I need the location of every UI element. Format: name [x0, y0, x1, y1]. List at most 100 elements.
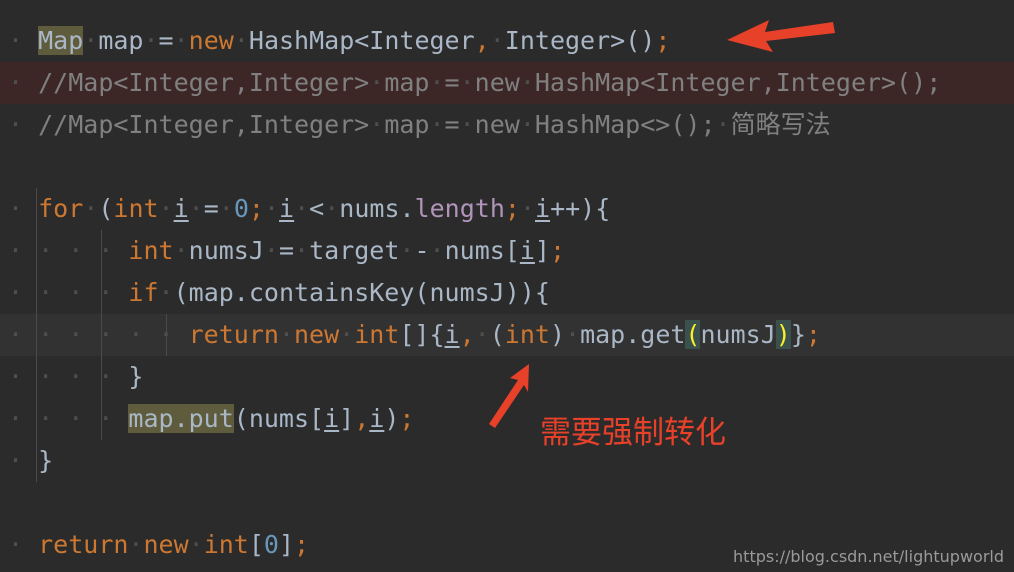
- token-keyword-return: return: [188, 320, 279, 349]
- code-line-11[interactable]: · }: [8, 440, 53, 482]
- token-assign: =: [158, 26, 174, 55]
- space-dot: ·: [83, 26, 99, 55]
- space-dot: ·: [278, 320, 294, 349]
- code-line-14[interactable]: · return·new·int[0];: [8, 524, 309, 566]
- token-keyword-new: new: [143, 530, 189, 559]
- code-line-10[interactable]: · · · · map.put(nums[i],i);: [8, 398, 414, 440]
- space-dot: ·: [489, 26, 505, 55]
- code-line-8[interactable]: · · · · · · return·new·int[]{i,·(int)·ma…: [8, 314, 821, 356]
- token-comment-3: //Map<Integer,Integer>: [38, 110, 370, 139]
- code-line-7[interactable]: · · · · if·(map.containsKey(numsJ)){: [8, 272, 550, 314]
- space-dot: ·: [459, 110, 475, 139]
- whitespace-dots: · · · ·: [8, 278, 129, 307]
- space-dot: ·: [218, 194, 234, 223]
- token-comma: ,: [354, 404, 370, 433]
- token-comma: ,: [459, 320, 475, 349]
- token-comment-3e: HashMap<>();: [534, 110, 716, 139]
- space-dot: ·: [519, 110, 535, 139]
- space-dot: ·: [128, 530, 144, 559]
- code-line-2[interactable]: · //Map<Integer,Integer>·map·=·new·HashM…: [8, 62, 941, 104]
- space-dot: ·: [429, 236, 445, 265]
- token-keyword-return: return: [38, 530, 129, 559]
- whitespace-dots: · · · · · ·: [8, 320, 189, 349]
- whitespace-dots: · · · ·: [8, 362, 129, 391]
- token-bracket-open: [: [248, 530, 264, 559]
- space-dot: ·: [143, 26, 159, 55]
- token-comment-2c: =: [444, 68, 460, 97]
- token-keyword-int: int: [128, 236, 174, 265]
- code-line-9[interactable]: · · · · }: [8, 356, 143, 398]
- space-dot: ·: [83, 194, 99, 223]
- token-brace-close: }: [38, 446, 54, 475]
- space-dot: ·: [715, 110, 731, 139]
- token-comment-2: //Map<Integer,Integer>: [38, 68, 370, 97]
- token-keyword-int: int: [354, 320, 400, 349]
- whitespace-dots: ·: [8, 194, 39, 223]
- token-assign: =: [278, 236, 295, 265]
- code-line-6[interactable]: · · · · int·numsJ·=·target·-·nums[i];: [8, 230, 565, 272]
- space-dot: ·: [173, 236, 189, 265]
- code-line-3[interactable]: · //Map<Integer,Integer>·map·=·new·HashM…: [8, 104, 831, 146]
- token-comment-2b: map: [384, 68, 430, 97]
- space-dot: ·: [294, 236, 310, 265]
- token-param-target: target: [309, 236, 400, 265]
- space-dot: ·: [294, 194, 310, 223]
- space-dot: ·: [158, 194, 174, 223]
- token-comment-2d: new: [474, 68, 520, 97]
- token-array-nums: nums[: [444, 236, 520, 265]
- token-paren-open: (nums[: [233, 404, 325, 433]
- token-comment-3b: map: [384, 110, 430, 139]
- whitespace-dots: ·: [8, 26, 39, 55]
- token-cast-paren-open: (: [489, 320, 505, 349]
- token-keyword-for: for: [38, 194, 84, 223]
- token-number-zero: 0: [263, 530, 279, 559]
- token-assign: =: [203, 194, 219, 223]
- space-dot: ·: [519, 194, 535, 223]
- token-comma: ,: [474, 26, 490, 55]
- token-keyword-new: new: [188, 26, 234, 55]
- space-dot: ·: [263, 194, 280, 223]
- token-call-containskey: (map.containsKey(numsJ)){: [173, 278, 550, 307]
- space-dot: ·: [188, 194, 204, 223]
- token-call-mapget: map.get: [580, 320, 686, 349]
- watermark-url: https://blog.csdn.net/lightupworld: [733, 547, 1004, 566]
- space-dot: ·: [158, 278, 174, 307]
- red-arrow-bottom-icon: [489, 364, 529, 428]
- token-keyword-if: if: [128, 278, 159, 307]
- space-dot: ·: [233, 26, 249, 55]
- token-semicolon: ;: [294, 530, 310, 559]
- token-paren-open: (: [98, 194, 114, 223]
- token-lessthan: <: [309, 194, 325, 223]
- token-keyword-int: int: [203, 530, 249, 559]
- token-semicolon: ;: [805, 320, 821, 349]
- whitespace-dots: · · · ·: [8, 404, 129, 433]
- token-var-i: i: [324, 404, 340, 433]
- token-bracket-close: ]: [278, 530, 295, 559]
- space-dot: ·: [459, 68, 475, 97]
- token-keyword-int: int: [113, 194, 159, 223]
- token-variable-numsj: numsJ: [188, 236, 264, 265]
- token-brace-close: }: [128, 362, 144, 391]
- red-arrow-top-icon: [727, 20, 835, 52]
- token-comment-3d: new: [474, 110, 520, 139]
- token-comment-cn-note: 简略写法: [730, 110, 831, 139]
- code-line-1[interactable]: · Map·map·=·new·HashMap<Integer,·Integer…: [8, 20, 670, 62]
- token-type-map: Map: [38, 26, 84, 55]
- space-dot: ·: [263, 236, 279, 265]
- whitespace-dots: ·: [8, 530, 39, 559]
- code-editor[interactable]: · Map·map·=·new·HashMap<Integer,·Integer…: [0, 0, 1014, 572]
- token-comment-2e: HashMap<Integer,Integer>();: [534, 68, 942, 97]
- annotation-note-text: 需要强制转化: [540, 415, 726, 451]
- token-var-i: i: [173, 194, 189, 223]
- space-dot: ·: [429, 68, 445, 97]
- code-line-5[interactable]: · for·(int·i·=·0;·i·<·nums.length;·i++){: [8, 188, 610, 230]
- token-field-length: length: [414, 194, 505, 223]
- token-semicolon-2: ;: [504, 194, 520, 223]
- token-var-i-2: i: [369, 404, 385, 433]
- token-paren-close: ): [384, 404, 400, 433]
- space-dot: ·: [369, 68, 385, 97]
- space-dot: ·: [369, 110, 385, 139]
- token-var-i: i: [519, 236, 535, 265]
- token-semicolon: ;: [248, 194, 264, 223]
- token-array-nums: nums.: [339, 194, 415, 223]
